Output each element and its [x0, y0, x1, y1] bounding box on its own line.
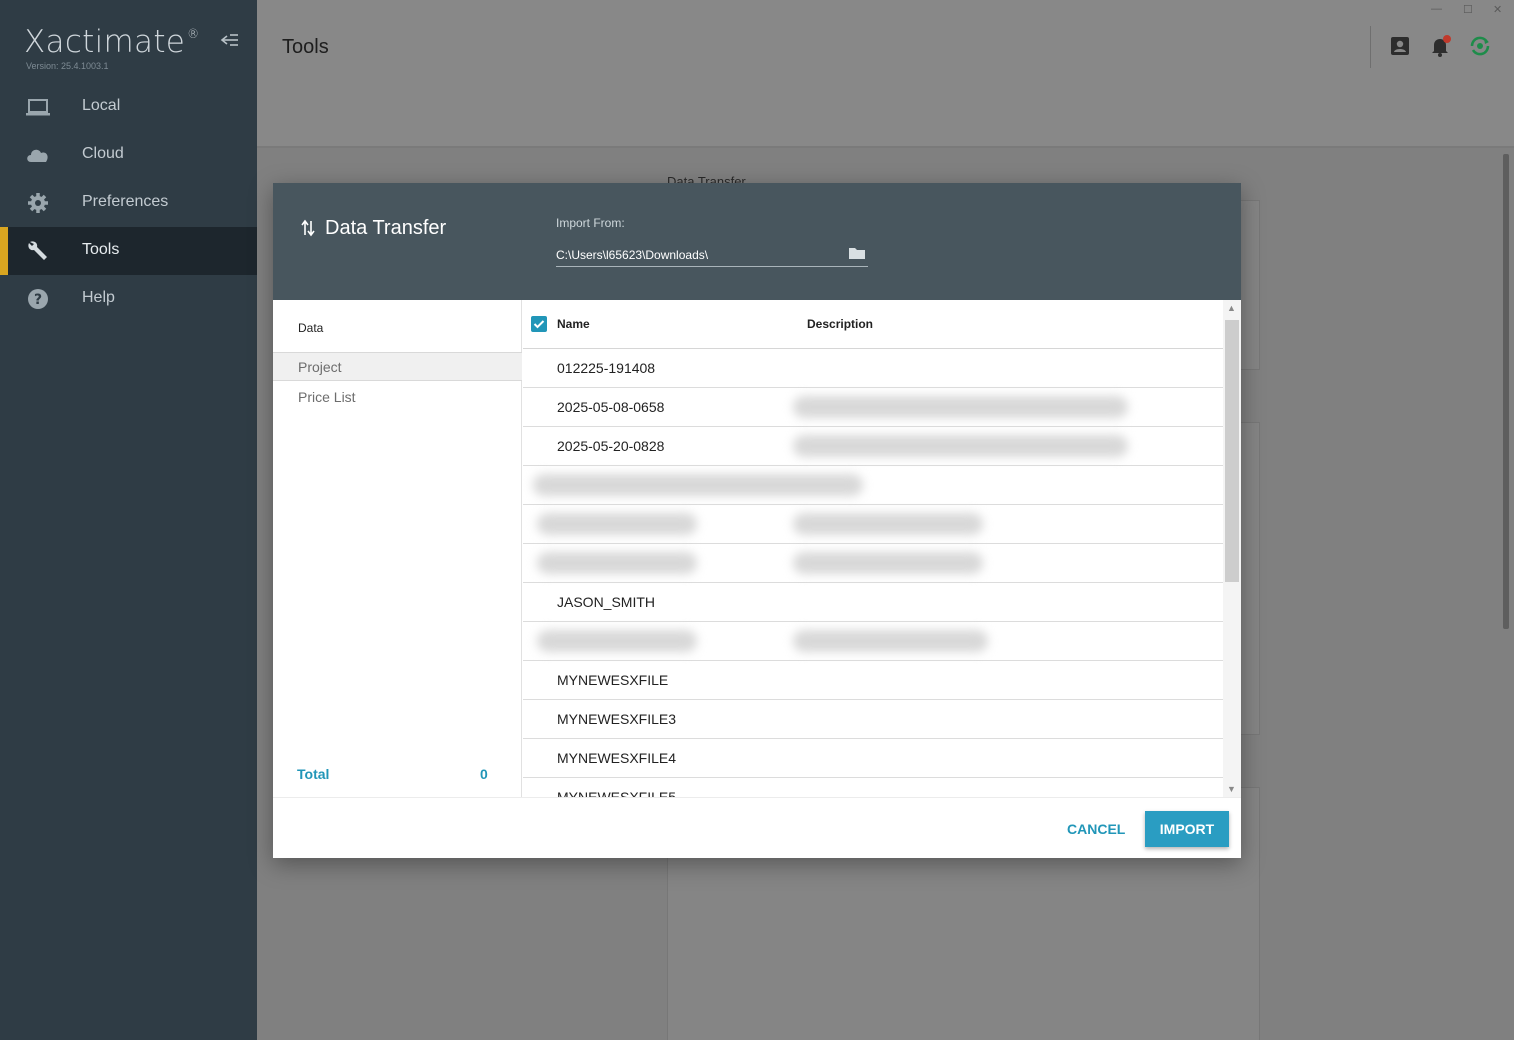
sidebar-item-label: Help [82, 289, 115, 306]
notification-bell-icon[interactable] [1428, 34, 1452, 58]
maximize-window-icon[interactable]: ☐ [1463, 3, 1473, 16]
data-type-project[interactable]: Project [273, 352, 522, 381]
app-version: Version: 25.4.1003.1 [26, 61, 109, 71]
row-name: MYNEWESXFILE5 [557, 789, 677, 797]
dialog-footer: CANCEL IMPORT [273, 797, 1241, 858]
scroll-down-icon[interactable]: ▼ [1227, 784, 1236, 794]
total-value: 0 [480, 766, 488, 782]
column-header-name[interactable]: Name [557, 317, 590, 331]
table-header: Name Description [523, 300, 1223, 349]
row-name: 2025-05-08-0658 [557, 399, 665, 415]
minimize-window-icon[interactable]: — [1431, 3, 1442, 15]
redacted-description [793, 552, 983, 574]
data-type-price-list[interactable]: Price List [273, 383, 522, 412]
scroll-up-icon[interactable]: ▲ [1227, 303, 1236, 313]
sidebar-item-label: Local [82, 97, 121, 114]
gear-icon [28, 193, 48, 213]
table-scrollbar[interactable]: ▲ ▼ [1223, 300, 1241, 797]
import-button[interactable]: IMPORT [1145, 811, 1229, 847]
wrench-icon [28, 241, 47, 260]
row-name: 012225-191408 [557, 360, 656, 376]
laptop-icon [26, 99, 50, 116]
table-row[interactable] [523, 544, 1223, 583]
import-from-label: Import From: [556, 216, 625, 230]
redacted-description [793, 513, 983, 535]
scrollbar-thumb[interactable] [1225, 320, 1239, 582]
table-row[interactable]: 2025-05-08-0658 [523, 388, 1223, 427]
sidebar-item-label: Cloud [82, 145, 124, 162]
column-header-description[interactable]: Description [807, 317, 873, 331]
app-logo: Xactimate ® [24, 24, 200, 60]
sidebar-item-help[interactable]: ? Help [0, 275, 257, 323]
data-heading: Data [298, 321, 324, 335]
table-row[interactable]: 2025-05-20-0828 [523, 427, 1223, 466]
table-row[interactable]: JASON_SMITH [523, 583, 1223, 622]
row-name: MYNEWESXFILE3 [557, 711, 677, 727]
page-title: Tools [282, 36, 329, 58]
transfer-arrows-icon [301, 219, 315, 237]
table-row[interactable]: 012225-191408 [523, 349, 1223, 388]
sidebar-item-local[interactable]: Local [0, 83, 257, 131]
sidebar-item-cloud[interactable]: Cloud [0, 131, 257, 179]
table-row[interactable] [523, 466, 1223, 505]
page-scrollbar[interactable] [1503, 154, 1509, 629]
row-name: 2025-05-20-0828 [557, 438, 665, 454]
table-row[interactable] [523, 622, 1223, 661]
table-row[interactable]: MYNEWESXFILE5 [523, 778, 1223, 797]
redacted-name [537, 513, 697, 535]
row-name: JASON_SMITH [557, 594, 656, 610]
table-row[interactable]: MYNEWESXFILE4 [523, 739, 1223, 778]
import-path-field[interactable]: C:\Users\l65623\Downloads\ [556, 245, 868, 267]
dialog-title: Data Transfer [325, 217, 447, 239]
checkmark-icon [533, 320, 545, 329]
toolbar-divider [1370, 26, 1371, 68]
svg-text:?: ? [34, 292, 42, 308]
sidebar-item-label: Tools [82, 241, 120, 258]
sidebar-item-preferences[interactable]: Preferences [0, 179, 257, 227]
sidebar: Xactimate ® Version: 25.4.1003.1 Local Cl… [0, 0, 257, 1040]
sync-icon[interactable] [1468, 34, 1492, 58]
dialog-header: Data Transfer Import From: C:\Users\l656… [273, 183, 1241, 300]
data-transfer-dialog: Data Transfer Import From: C:\Users\l656… [273, 183, 1241, 858]
account-icon[interactable] [1388, 34, 1412, 58]
redacted-description [793, 630, 988, 652]
row-name: MYNEWESXFILE [557, 672, 669, 688]
table-row[interactable]: MYNEWESXFILE [523, 661, 1223, 700]
row-name: MYNEWESXFILE4 [557, 750, 677, 766]
project-table: Name Description 012225-191408 2025-05-0… [523, 300, 1223, 797]
sidebar-item-label: Preferences [82, 193, 169, 210]
redacted-name [533, 474, 863, 496]
redacted-description [793, 396, 1128, 418]
redacted-name [537, 630, 697, 652]
folder-icon[interactable] [848, 245, 866, 261]
data-type-pane: Data Project Price List Total 0 [273, 300, 522, 797]
table-row[interactable]: MYNEWESXFILE3 [523, 700, 1223, 739]
sidebar-item-tools[interactable]: Tools [0, 227, 257, 275]
redacted-name [537, 552, 697, 574]
total-label: Total [297, 766, 330, 782]
table-row[interactable] [523, 505, 1223, 544]
select-all-checkbox[interactable] [531, 316, 547, 332]
redacted-description [793, 435, 1128, 457]
cancel-button[interactable]: CANCEL [1053, 814, 1139, 844]
close-window-icon[interactable]: ✕ [1493, 3, 1502, 16]
help-icon: ? [28, 289, 48, 309]
cloud-icon [27, 149, 48, 162]
collapse-sidebar-icon[interactable] [219, 32, 241, 52]
top-bar: Tools — ☐ ✕ [257, 0, 1514, 148]
